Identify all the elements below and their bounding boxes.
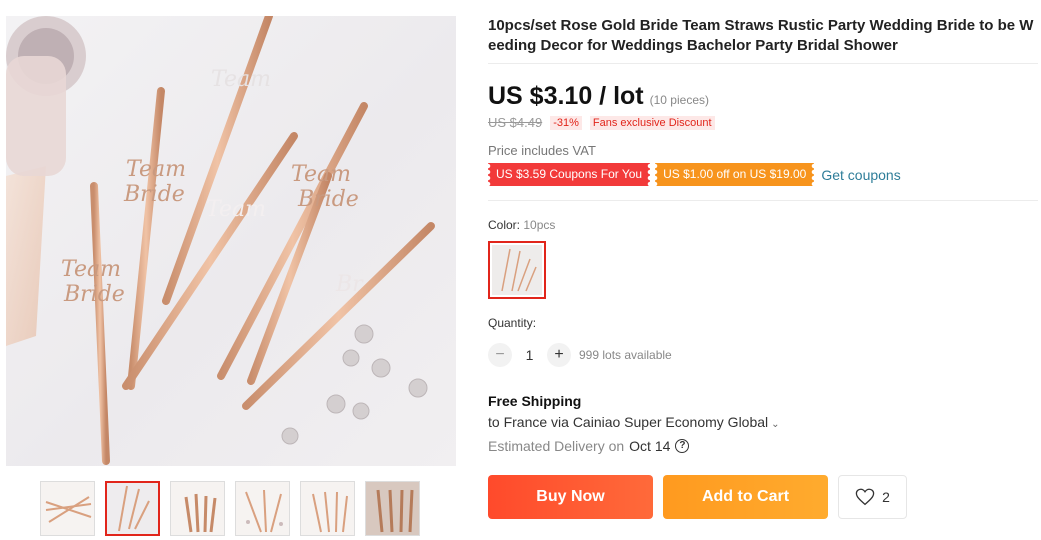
pieces-count: (10 pieces) [649, 93, 709, 107]
thumbnail-4[interactable] [235, 481, 290, 536]
delivery-label: Estimated Delivery on [488, 438, 625, 454]
svg-text:Br: Br [335, 272, 364, 297]
svg-text:Bride: Bride [297, 187, 359, 212]
divider [488, 63, 1038, 64]
coupon-store-discount[interactable]: US $1.00 off on US $19.00 [655, 163, 815, 186]
quantity-label: Quantity: [488, 316, 537, 330]
estimated-delivery: Estimated Delivery on Oct 14 ? [488, 438, 690, 454]
thumbnail-5[interactable] [300, 481, 355, 536]
current-price: US $3.10 / lot [488, 82, 644, 110]
svg-text:Bride: Bride [123, 182, 185, 207]
vat-note: Price includes VAT [488, 143, 596, 158]
svg-text:Team: Team [211, 67, 271, 92]
color-label-text: Color: [488, 218, 524, 232]
availability-text: 999 lots available [579, 348, 672, 362]
wishlist-button[interactable]: 2 [838, 475, 907, 519]
chevron-down-icon: ⌄ [771, 419, 780, 430]
quantity-plus-button[interactable]: + [547, 343, 571, 367]
wishlist-count: 2 [882, 489, 890, 505]
divider [488, 200, 1038, 201]
svg-text:Team: Team [291, 162, 351, 187]
svg-text:Team: Team [126, 157, 186, 182]
get-coupons-link[interactable]: Get coupons [821, 167, 900, 183]
fans-discount-badge: Fans exclusive Discount [589, 115, 715, 130]
swatch-image [492, 245, 542, 295]
thumbnail-6[interactable] [365, 481, 420, 536]
color-label: Color: 10pcs [488, 218, 555, 232]
coupon-for-you[interactable]: US $3.59 Coupons For You [488, 163, 651, 186]
shipping-destination-text: to France via Cainiao Super Economy Glob… [488, 414, 769, 430]
product-photo: Team Bride Team Bride Team Bride Team Te… [6, 16, 435, 465]
buy-now-button[interactable]: Buy Now [488, 475, 653, 519]
discount-badge: -31% [550, 115, 582, 130]
product-title: 10pcs/set Rose Gold Bride Team Straws Ru… [488, 17, 1034, 54]
heart-icon [855, 488, 875, 506]
svg-text:Team: Team [61, 257, 121, 282]
thumbnail-3[interactable] [170, 481, 225, 536]
question-icon[interactable]: ? [675, 439, 690, 453]
shipping-title: Free Shipping [488, 393, 582, 409]
thumbnail-1[interactable] [40, 481, 95, 536]
add-to-cart-button[interactable]: Add to Cart [663, 475, 828, 519]
original-price: US $4.49 [488, 115, 543, 130]
quantity-value[interactable]: 1 [512, 347, 547, 363]
quantity-stepper: − 1 + 999 lots available [488, 343, 672, 367]
price-row: US $3.10 / lot (10 pieces) [488, 82, 709, 111]
thumbnail-strip [40, 481, 420, 536]
quantity-minus-button[interactable]: − [488, 343, 512, 367]
thumbnail-2[interactable] [105, 481, 160, 536]
svg-text:Bride: Bride [63, 282, 125, 307]
shipping-destination[interactable]: to France via Cainiao Super Economy Glob… [488, 414, 780, 430]
color-value: 10pcs [523, 218, 556, 232]
coupon-row: US $3.59 Coupons For You US $1.00 off on… [488, 163, 901, 186]
original-price-row: US $4.49 -31% Fans exclusive Discount [488, 115, 715, 130]
main-product-image[interactable]: Team Bride Team Bride Team Bride Team Te… [6, 16, 456, 466]
delivery-date: Oct 14 [629, 438, 671, 454]
svg-text:Team: Team [206, 197, 266, 222]
color-swatch-10pcs[interactable] [488, 241, 546, 299]
